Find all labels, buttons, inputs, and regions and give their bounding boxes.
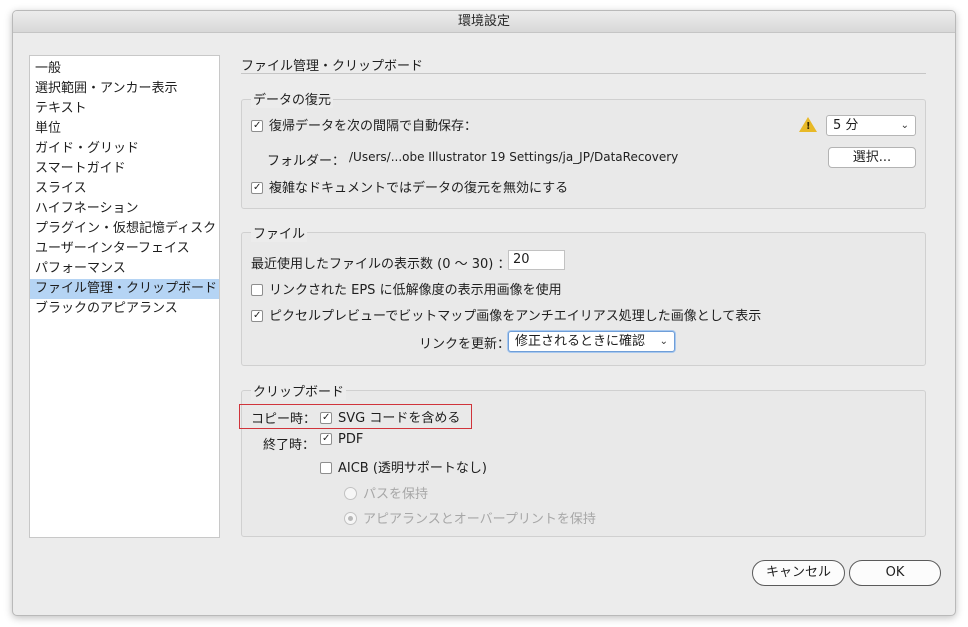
update-links-label: リンクを更新： bbox=[419, 337, 511, 352]
cancel-button[interactable]: キャンセル bbox=[752, 560, 845, 586]
sidebar-item-black-appearance[interactable]: ブラックのアピアランス bbox=[30, 299, 219, 319]
pdf-label: PDF bbox=[338, 432, 364, 447]
preserve-paths-radio[interactable] bbox=[344, 487, 357, 500]
sidebar-item-performance[interactable]: パフォーマンス bbox=[30, 259, 219, 279]
preserve-appearance-radio[interactable] bbox=[344, 512, 357, 525]
chevron-down-icon: ⌄ bbox=[900, 120, 909, 131]
disable-complex-checkbox[interactable] bbox=[251, 181, 263, 194]
autosave-label: 復帰データを次の間隔で自動保存： bbox=[269, 119, 478, 134]
sidebar-item-units[interactable]: 単位 bbox=[30, 119, 219, 139]
disable-complex-label: 複雑なドキュメントではデータの復元を無効にする bbox=[269, 181, 569, 196]
svg-checkbox[interactable] bbox=[320, 411, 332, 424]
recent-files-input[interactable]: 20 bbox=[508, 250, 565, 270]
aicb-checkbox[interactable] bbox=[320, 461, 332, 474]
sidebar-item-general[interactable]: 一般 bbox=[30, 59, 219, 79]
clipboard-group-label: クリップボード bbox=[251, 381, 347, 400]
section-title: ファイル管理・クリップボード bbox=[241, 59, 424, 74]
sidebar-item-selection-anchor[interactable]: 選択範囲・アンカー表示 bbox=[30, 79, 219, 99]
autosave-interval-select[interactable]: 5 分 ⌄ bbox=[826, 115, 916, 136]
svg-row: SVG コードを含める bbox=[320, 407, 460, 426]
autosave-row: 復帰データを次の間隔で自動保存： bbox=[251, 115, 477, 134]
pdf-row: PDF bbox=[320, 432, 363, 447]
svg-label: SVG コードを含める bbox=[338, 411, 461, 426]
copy-label: コピー時： bbox=[251, 412, 317, 427]
autosave-checkbox[interactable] bbox=[251, 119, 263, 132]
folder-path: /Users/...obe Illustrator 19 Settings/ja… bbox=[349, 150, 679, 164]
warning-exclamation: ! bbox=[806, 121, 811, 132]
preserve-appearance-row: アピアランスとオーバープリントを保持 bbox=[344, 508, 596, 527]
chevron-down-icon: ⌄ bbox=[659, 336, 668, 347]
low-res-eps-row: リンクされた EPS に低解像度の表示用画像を使用 bbox=[251, 279, 562, 298]
sidebar-item-slices[interactable]: スライス bbox=[30, 179, 219, 199]
update-links-select[interactable]: 修正されるときに確認 ⌄ bbox=[508, 331, 675, 352]
sidebar-item-smart-guides[interactable]: スマートガイド bbox=[30, 159, 219, 179]
aicb-label: AICB (透明サポートなし) bbox=[338, 461, 487, 476]
preferences-sidebar: 一般 選択範囲・アンカー表示 テキスト 単位 ガイド・グリッド スマートガイド … bbox=[29, 55, 220, 538]
aicb-row: AICB (透明サポートなし) bbox=[320, 457, 487, 476]
sidebar-item-plugins-scratch-disks[interactable]: プラグイン・仮想記憶ディスク bbox=[30, 219, 219, 239]
preferences-window: 環境設定 一般 選択範囲・アンカー表示 テキスト 単位 ガイド・グリッド スマー… bbox=[12, 10, 956, 616]
window-title: 環境設定 bbox=[13, 11, 955, 33]
ok-button[interactable]: OK bbox=[849, 560, 941, 586]
pixel-preview-checkbox[interactable] bbox=[251, 309, 263, 322]
sidebar-item-text[interactable]: テキスト bbox=[30, 99, 219, 119]
recent-files-label: 最近使用したファイルの表示数 (0 〜 30) ： bbox=[251, 257, 511, 272]
pixel-preview-label: ピクセルプレビューでビットマップ画像をアンチエイリアス処理した画像として表示 bbox=[269, 309, 762, 324]
preserve-paths-label: パスを保持 bbox=[363, 487, 429, 502]
low-res-eps-label: リンクされた EPS に低解像度の表示用画像を使用 bbox=[269, 283, 562, 298]
quit-label: 終了時： bbox=[263, 438, 316, 453]
pixel-preview-row: ピクセルプレビューでビットマップ画像をアンチエイリアス処理した画像として表示 bbox=[251, 305, 761, 324]
autosave-interval-value: 5 分 bbox=[833, 118, 859, 133]
preserve-paths-row: パスを保持 bbox=[344, 483, 428, 502]
data-recovery-group-label: データの復元 bbox=[251, 89, 334, 108]
sidebar-item-guides-grid[interactable]: ガイド・グリッド bbox=[30, 139, 219, 159]
section-divider bbox=[241, 73, 926, 74]
low-res-eps-checkbox[interactable] bbox=[251, 283, 263, 296]
files-group-label: ファイル bbox=[251, 223, 308, 242]
pdf-checkbox[interactable] bbox=[320, 432, 332, 445]
sidebar-item-hyphenation[interactable]: ハイフネーション bbox=[30, 199, 219, 219]
folder-label: フォルダー： bbox=[267, 154, 346, 169]
sidebar-item-file-handling-clipboard[interactable]: ファイル管理・クリップボード bbox=[30, 279, 219, 299]
update-links-value: 修正されるときに確認 bbox=[515, 334, 646, 349]
preserve-appearance-label: アピアランスとオーバープリントを保持 bbox=[363, 512, 596, 527]
disable-complex-row: 複雑なドキュメントではデータの復元を無効にする bbox=[251, 177, 568, 196]
sidebar-item-user-interface[interactable]: ユーザーインターフェイス bbox=[30, 239, 219, 259]
choose-folder-button[interactable]: 選択... bbox=[828, 147, 916, 168]
